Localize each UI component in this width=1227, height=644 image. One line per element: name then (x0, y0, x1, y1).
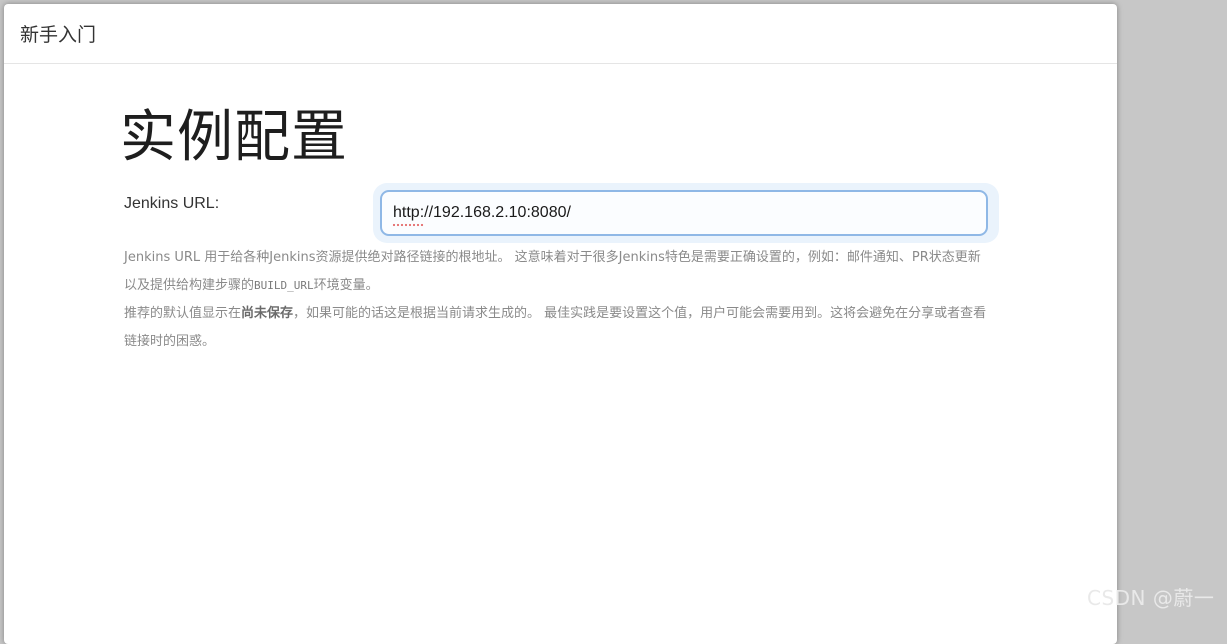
help-text-2a: 推荐的默认值显示在 (124, 306, 242, 321)
unsaved-emphasis: 尚未保存 (241, 306, 294, 321)
jenkins-url-label: Jenkins URL: (124, 195, 220, 212)
jenkins-url-help-text: Jenkins URL 用于给各种Jenkins资源提供绝对路径链接的根地址。 … (124, 244, 990, 356)
help-paragraph-1: Jenkins URL 用于给各种Jenkins资源提供绝对路径链接的根地址。 … (124, 244, 990, 300)
spellcheck-underline (392, 223, 424, 227)
help-paragraph-2: 推荐的默认值显示在尚未保存，如果可能的话这是根据当前请求生成的。 最佳实践是要设… (124, 300, 990, 356)
page-title: 实例配置 (120, 105, 348, 170)
build-url-code: BUILD_URL (254, 279, 314, 292)
dialog-title: 新手入门 (20, 24, 97, 46)
jenkins-url-input[interactable] (380, 190, 988, 236)
dialog-header: 新手入门 (4, 4, 1117, 64)
csdn-watermark: CSDN @蔚一 (1087, 586, 1215, 610)
help-text-1b: 环境变量。 (313, 278, 379, 293)
help-text-1a: Jenkins URL 用于给各种Jenkins资源提供绝对路径链接的根地址。 … (124, 250, 981, 293)
